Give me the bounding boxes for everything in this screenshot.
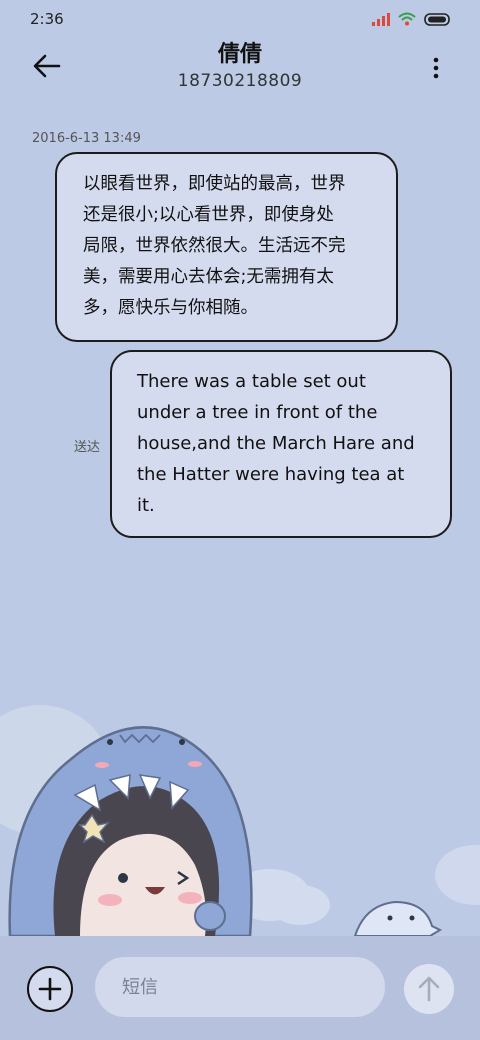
contact-name: 倩倩 bbox=[217, 42, 262, 67]
message-line: 局限，世界依然很大。生活远不完 bbox=[83, 236, 346, 256]
more-vert-icon bbox=[433, 57, 439, 79]
message-line: 以眼看世界，即使站的最高，世界 bbox=[83, 174, 346, 194]
message-timestamp: 2016-6-13 13:49 bbox=[32, 131, 141, 146]
composer-bar bbox=[0, 936, 480, 1040]
conversation-header: 倩倩 18730218809 bbox=[0, 38, 480, 98]
wifi-icon bbox=[398, 12, 416, 26]
status-bar: 2:36 bbox=[0, 0, 480, 38]
status-time: 2:36 bbox=[30, 10, 64, 28]
status-icons bbox=[372, 12, 452, 26]
message-line: it. bbox=[137, 495, 155, 516]
signal-icon bbox=[372, 12, 390, 26]
arrow-up-icon bbox=[418, 976, 440, 1002]
message-input[interactable] bbox=[95, 957, 385, 1017]
wallpaper-illustration bbox=[0, 705, 480, 936]
delivery-status: 送达 bbox=[74, 440, 101, 455]
message-line: 多，愿快乐与你相随。 bbox=[83, 298, 258, 318]
message-line: There was a table set out bbox=[137, 371, 366, 392]
message-line: 美，需要用心去体会;无需拥有太 bbox=[83, 267, 334, 287]
message-line: under a tree in front of the bbox=[137, 402, 378, 423]
contact-info: 倩倩 18730218809 bbox=[0, 40, 480, 92]
send-button[interactable] bbox=[404, 964, 454, 1014]
message-line: house,and the March Hare and bbox=[137, 433, 415, 454]
outgoing-message-bubble[interactable]: There was a table set out under a tree i… bbox=[110, 350, 452, 538]
add-attachment-button[interactable] bbox=[27, 966, 73, 1012]
battery-icon bbox=[424, 12, 450, 26]
incoming-message-bubble[interactable]: 以眼看世界，即使站的最高，世界 还是很小;以心看世界，即使身处 局限，世界依然很… bbox=[55, 152, 398, 342]
contact-phone: 18730218809 bbox=[177, 71, 303, 91]
message-line: 还是很小;以心看世界，即使身处 bbox=[83, 205, 334, 225]
plus-icon bbox=[38, 977, 62, 1001]
more-options-button[interactable] bbox=[428, 56, 444, 82]
message-line: the Hatter were having tea at bbox=[137, 464, 405, 485]
